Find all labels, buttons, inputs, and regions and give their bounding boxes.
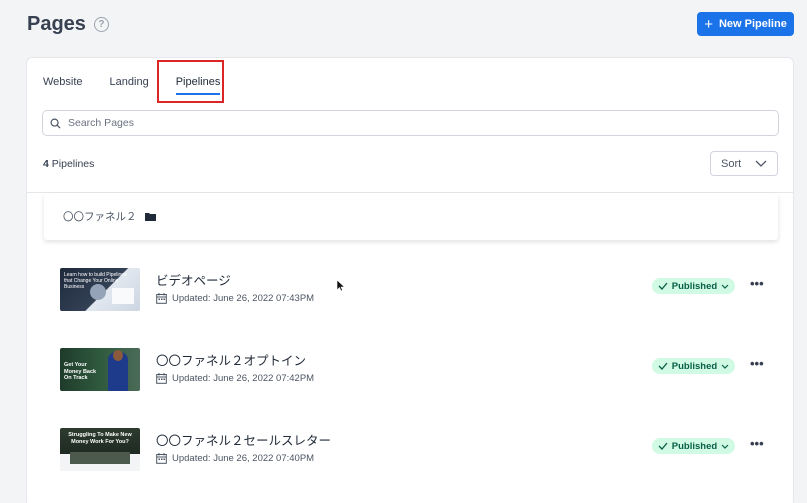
thumbnail-text: Struggling To Make New Money Work For Yo…	[68, 432, 132, 445]
check-icon	[658, 282, 668, 290]
tab-highlight-box	[157, 60, 224, 103]
page-updated: Updated: June 26, 2022 07:40PM	[156, 453, 314, 464]
status-badge[interactable]: Published	[652, 358, 735, 374]
chevron-down-icon	[721, 444, 729, 449]
thumbnail-text: Get Your Money Back On Track	[64, 362, 97, 382]
folder-name: 〇〇ファネル２	[63, 211, 137, 223]
pipeline-count-label: Pipelines	[51, 158, 95, 170]
page-name[interactable]: ビデオページ	[156, 270, 231, 289]
updated-text: Updated: June 26, 2022 07:40PM	[172, 453, 315, 464]
new-pipeline-button[interactable]: + New Pipeline	[697, 12, 794, 36]
calendar-icon	[156, 293, 167, 304]
search-input[interactable]	[68, 117, 668, 129]
status-label: Published	[671, 280, 718, 292]
updated-text: Updated: June 26, 2022 07:42PM	[172, 373, 315, 384]
page-row[interactable]: Get Your Money Back On Track 〇〇ファネル２オプトイ…	[60, 348, 765, 392]
page-row[interactable]: Learn how to build Pipelines that Change…	[60, 268, 765, 312]
chevron-down-icon	[721, 364, 729, 369]
thumbnail-image	[112, 288, 134, 304]
page-title: Pages ?	[27, 13, 109, 36]
search-box[interactable]	[42, 110, 779, 136]
page-row[interactable]: Struggling To Make New Money Work For Yo…	[60, 428, 765, 472]
pipeline-count-number: 4	[43, 158, 49, 170]
page-thumbnail[interactable]: Learn how to build Pipelines that Change…	[60, 268, 140, 311]
more-options-icon[interactable]: •••	[750, 436, 764, 451]
calendar-icon	[156, 373, 167, 384]
check-icon	[658, 362, 668, 370]
status-badge[interactable]: Published	[652, 438, 735, 454]
page-updated: Updated: June 26, 2022 07:43PM	[156, 293, 314, 304]
search-icon	[50, 118, 61, 129]
chevron-down-icon	[721, 284, 729, 289]
page-thumbnail[interactable]: Get Your Money Back On Track	[60, 348, 140, 391]
tab-website[interactable]: Website	[43, 76, 83, 95]
help-circle-icon[interactable]: ?	[93, 17, 109, 32]
page-name[interactable]: 〇〇ファネル２セールスレター	[156, 430, 331, 449]
check-icon	[658, 442, 668, 450]
pages-card: Website Landing Pipelines 4 Pipelines So…	[26, 57, 794, 503]
new-pipeline-label: New Pipeline	[718, 18, 787, 30]
folder-icon	[144, 213, 156, 221]
pipeline-count: 4 Pipelines	[43, 158, 94, 170]
page-name[interactable]: 〇〇ファネル２オプトイン	[156, 350, 306, 369]
more-options-icon[interactable]: •••	[750, 276, 764, 291]
sort-dropdown[interactable]: Sort	[710, 151, 778, 176]
updated-text: Updated: June 26, 2022 07:43PM	[172, 293, 315, 304]
status-label: Published	[671, 440, 718, 452]
thumbnail-image	[113, 350, 123, 361]
sort-label: Sort	[721, 157, 742, 170]
status-label: Published	[671, 360, 718, 372]
more-options-icon[interactable]: •••	[750, 356, 764, 371]
page-thumbnail[interactable]: Struggling To Make New Money Work For Yo…	[60, 428, 140, 471]
thumbnail-image	[70, 452, 130, 464]
page-updated: Updated: June 26, 2022 07:42PM	[156, 373, 314, 384]
thumbnail-image	[90, 284, 106, 300]
calendar-icon	[156, 453, 167, 464]
tab-landing[interactable]: Landing	[110, 76, 149, 95]
chevron-down-icon	[755, 160, 767, 167]
mouse-cursor-icon	[337, 280, 345, 292]
plus-icon: +	[704, 15, 713, 33]
folder-row[interactable]: 〇〇ファネル２	[44, 193, 778, 240]
page-title-text: Pages	[27, 13, 86, 35]
status-badge[interactable]: Published	[652, 278, 735, 294]
